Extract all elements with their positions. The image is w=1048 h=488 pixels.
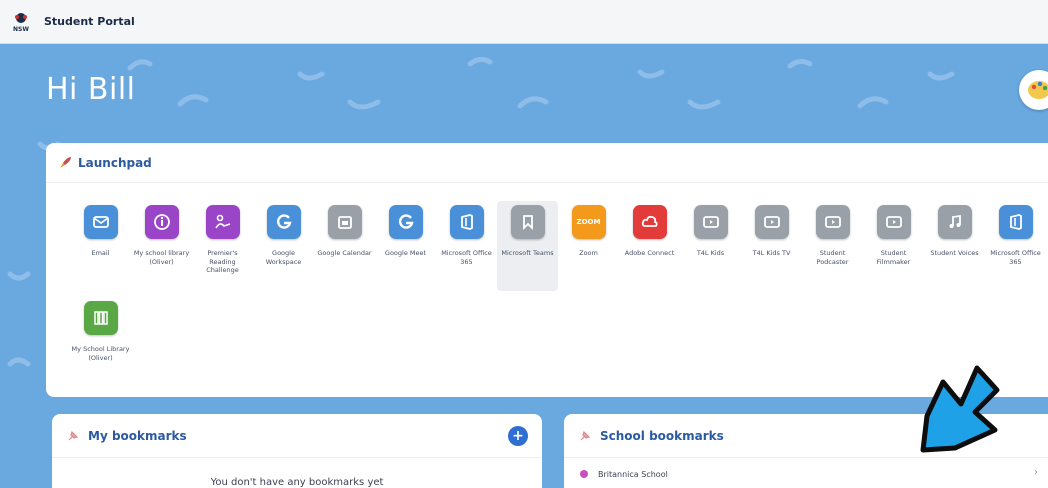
- envelope-icon: [83, 205, 118, 239]
- add-bookmark-button[interactable]: +: [508, 426, 528, 446]
- launchpad-tile[interactable]: Microsoft Office 365: [985, 201, 1046, 291]
- launchpad-tile[interactable]: ZOOM Zoom: [558, 201, 619, 291]
- launchpad-tile-label: Microsoft Office 365: [441, 249, 492, 266]
- office-icon: [998, 205, 1033, 239]
- music-icon: [937, 205, 972, 239]
- bookmark-item-britannica[interactable]: Britannica School ›: [564, 462, 1048, 486]
- launchpad-title: Launchpad: [78, 155, 152, 170]
- launchpad-tile-label: Google Meet: [384, 249, 427, 257]
- rocket-icon: [60, 156, 71, 168]
- video-icon: [815, 205, 850, 239]
- svg-text:NSW: NSW: [13, 26, 29, 33]
- launchpad-tiles: Email My school library (Oliver) Premier's…: [70, 201, 1048, 387]
- google-g-icon: [388, 205, 423, 239]
- zoom-icon: ZOOM: [571, 205, 606, 239]
- launchpad-tile[interactable]: Student Voices: [924, 201, 985, 291]
- greeting-heading: Hi Bill: [46, 72, 136, 107]
- my-bookmarks-header: My bookmarks: [52, 414, 542, 458]
- school-bookmarks-title: School bookmarks: [600, 428, 724, 443]
- zoom-icon-text: ZOOM: [576, 218, 601, 226]
- nsw-logo: NSW: [10, 11, 32, 33]
- launchpad-tile[interactable]: Premier's Reading Challenge: [192, 201, 253, 291]
- launchpad-tile[interactable]: Google Meet: [375, 201, 436, 291]
- bookmark-label: Britannica School: [598, 469, 668, 479]
- launchpad-tile[interactable]: T4L Kids TV: [741, 201, 802, 291]
- launchpad-tile[interactable]: Student Podcaster: [802, 201, 863, 291]
- avatar-button[interactable]: [1019, 70, 1048, 110]
- adobe-cloud-icon: [632, 205, 667, 239]
- office-icon: [449, 205, 484, 239]
- launchpad-tile[interactable]: Email: [70, 201, 131, 291]
- my-bookmarks-panel: My bookmarks + You don't have any bookma…: [52, 414, 542, 488]
- top-bar: NSW Student Portal: [0, 0, 1048, 44]
- info-icon: [144, 205, 179, 239]
- video-icon: [876, 205, 911, 239]
- launchpad-tile-label: Microsoft Teams: [501, 249, 554, 257]
- launchpad-tile-label: Student Podcaster: [816, 249, 849, 266]
- bookmark-dot: [580, 470, 588, 478]
- calendar-icon: [327, 205, 362, 239]
- empty-bookmarks-message: You don't have any bookmarks yet: [210, 477, 384, 488]
- launchpad-tile-label: Zoom: [579, 249, 598, 257]
- launchpad-tile-label: Adobe Connect: [624, 249, 675, 257]
- pin-icon: [68, 430, 79, 440]
- launchpad-tile-label: T4L Kids TV: [752, 249, 791, 257]
- launchpad-tile-label: My School Library (Oliver): [71, 345, 130, 362]
- launchpad-tile-label: Student Voices: [930, 249, 979, 257]
- my-bookmarks-title: My bookmarks: [88, 428, 187, 443]
- app-title: Student Portal: [44, 15, 135, 28]
- plus-icon: +: [512, 428, 524, 444]
- launchpad-tile-label: T4L Kids: [696, 249, 725, 257]
- chevron-right-icon: ›: [1034, 467, 1038, 478]
- reader-icon: [205, 205, 240, 239]
- launchpad-tile[interactable]: T4L Kids: [680, 201, 741, 291]
- books-icon: [83, 301, 118, 335]
- bookmark-icon: [510, 205, 545, 239]
- google-g-icon: [266, 205, 301, 239]
- launchpad-tile-label: Premier's Reading Challenge: [206, 249, 239, 274]
- pin-icon: [580, 430, 591, 440]
- launchpad-tile[interactable]: Adobe Connect: [619, 201, 680, 291]
- video-icon: [693, 205, 728, 239]
- launchpad-tile-label: Student Filmmaker: [876, 249, 911, 266]
- launchpad-tile[interactable]: My school library (Oliver): [131, 201, 192, 291]
- portal-page: NSW Student Portal Hi Bill Launchpad Ema…: [0, 0, 1048, 488]
- launchpad-tile[interactable]: Microsoft Office 365: [436, 201, 497, 291]
- launchpad-header: Launchpad: [46, 143, 1048, 183]
- video-icon: [754, 205, 789, 239]
- launchpad-tile-label: Google Workspace: [265, 249, 302, 266]
- palette-icon: [1028, 81, 1048, 99]
- launchpad-tile[interactable]: My School Library (Oliver): [70, 297, 131, 387]
- launchpad-tile-label: Email: [91, 249, 110, 257]
- launchpad-tile-label: Google Calendar: [317, 249, 372, 257]
- launchpad-panel: Launchpad Email My school library (Oliver…: [46, 143, 1048, 397]
- launchpad-tile-label: My school library (Oliver): [133, 249, 190, 266]
- launchpad-tile[interactable]: Microsoft Teams: [497, 201, 558, 291]
- pointer-arrow-icon: [920, 365, 1000, 453]
- launchpad-tile-label: Microsoft Office 365: [990, 249, 1041, 266]
- launchpad-tile[interactable]: Student Filmmaker: [863, 201, 924, 291]
- launchpad-tile[interactable]: Google Calendar: [314, 201, 375, 291]
- launchpad-tile[interactable]: Google Workspace: [253, 201, 314, 291]
